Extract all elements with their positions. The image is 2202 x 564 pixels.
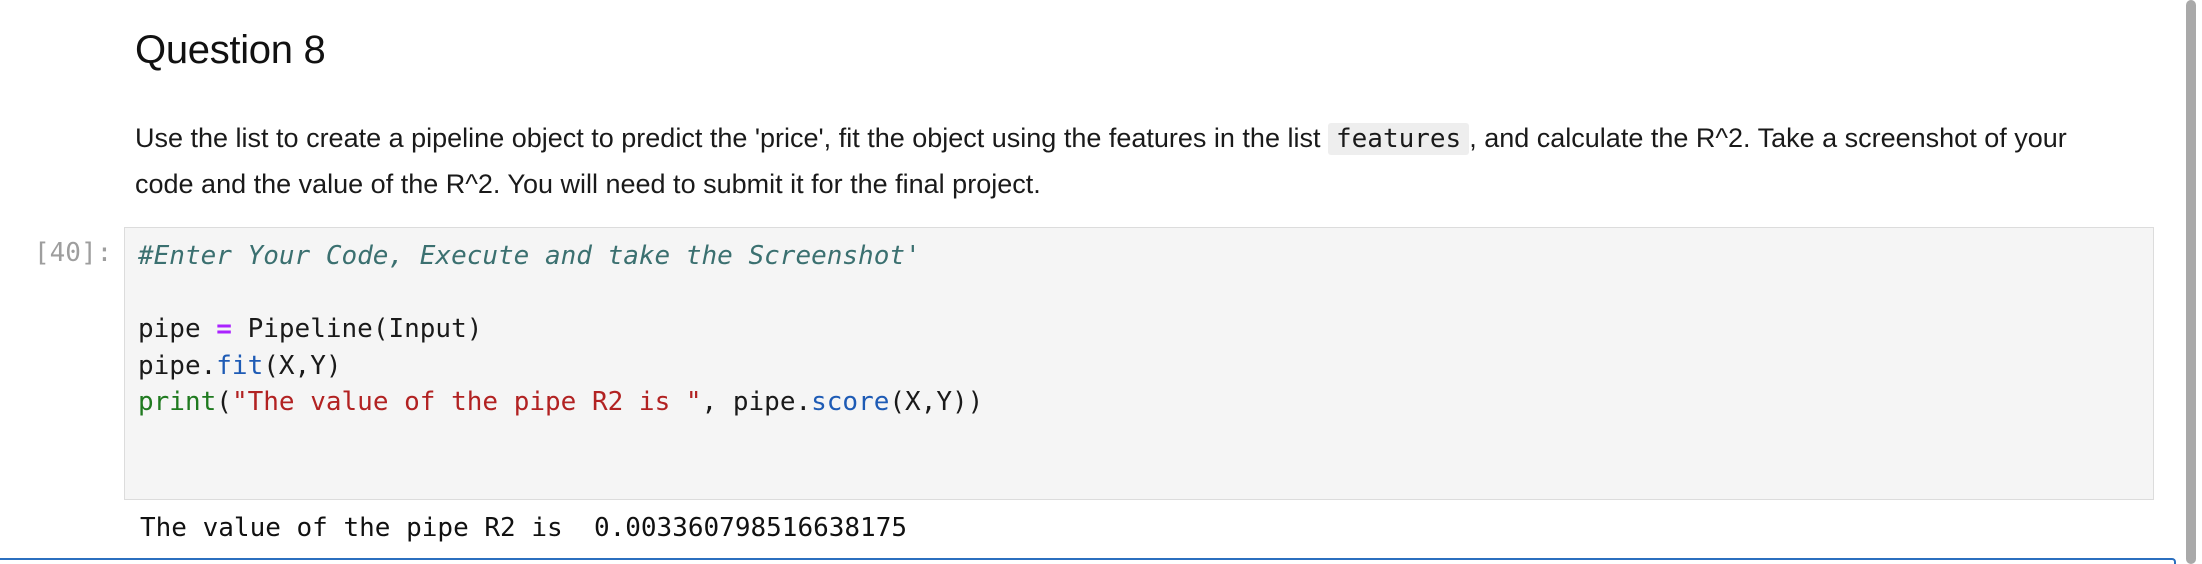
code-fit-method: fit [216, 350, 264, 381]
code-content[interactable]: #Enter Your Code, Execute and take the S… [125, 228, 2153, 421]
execution-count-prompt: [40]: [34, 238, 113, 268]
question-heading: Question 8 [135, 28, 326, 72]
vertical-scrollbar[interactable] [2182, 0, 2202, 564]
code-assign-operator: = [216, 314, 232, 345]
code-pipeline-call: Pipeline(Input) [247, 314, 483, 345]
code-score-method: score [811, 387, 890, 418]
description-text-before: Use the list to create a pipeline object… [135, 123, 1328, 153]
code-cell-editor[interactable]: #Enter Your Code, Execute and take the S… [124, 227, 2154, 500]
inline-code-features: features [1327, 123, 1470, 155]
code-print-builtin: print [138, 387, 217, 418]
active-cell-border [0, 558, 2176, 564]
code-comment: #Enter Your Code, Execute and take the S… [138, 241, 921, 271]
code-print-mid: , pipe. [701, 387, 812, 418]
question-description: Use the list to create a pipeline object… [135, 116, 2075, 207]
code-fit-args: (X,Y) [263, 350, 342, 381]
scrollbar-thumb[interactable] [2186, 0, 2196, 564]
code-print-open-paren: ( [216, 387, 232, 418]
cell-output: The value of the pipe R2 is 0.0033607985… [140, 513, 908, 543]
notebook-page: Question 8 Use the list to create a pipe… [0, 0, 2202, 564]
code-pipe-object: pipe. [138, 350, 217, 381]
markdown-cell[interactable]: Question 8 Use the list to create a pipe… [135, 22, 2075, 207]
code-string-literal: "The value of the pipe R2 is " [231, 387, 702, 418]
code-var-pipe: pipe [138, 314, 201, 345]
code-score-args: (X,Y)) [889, 387, 984, 418]
